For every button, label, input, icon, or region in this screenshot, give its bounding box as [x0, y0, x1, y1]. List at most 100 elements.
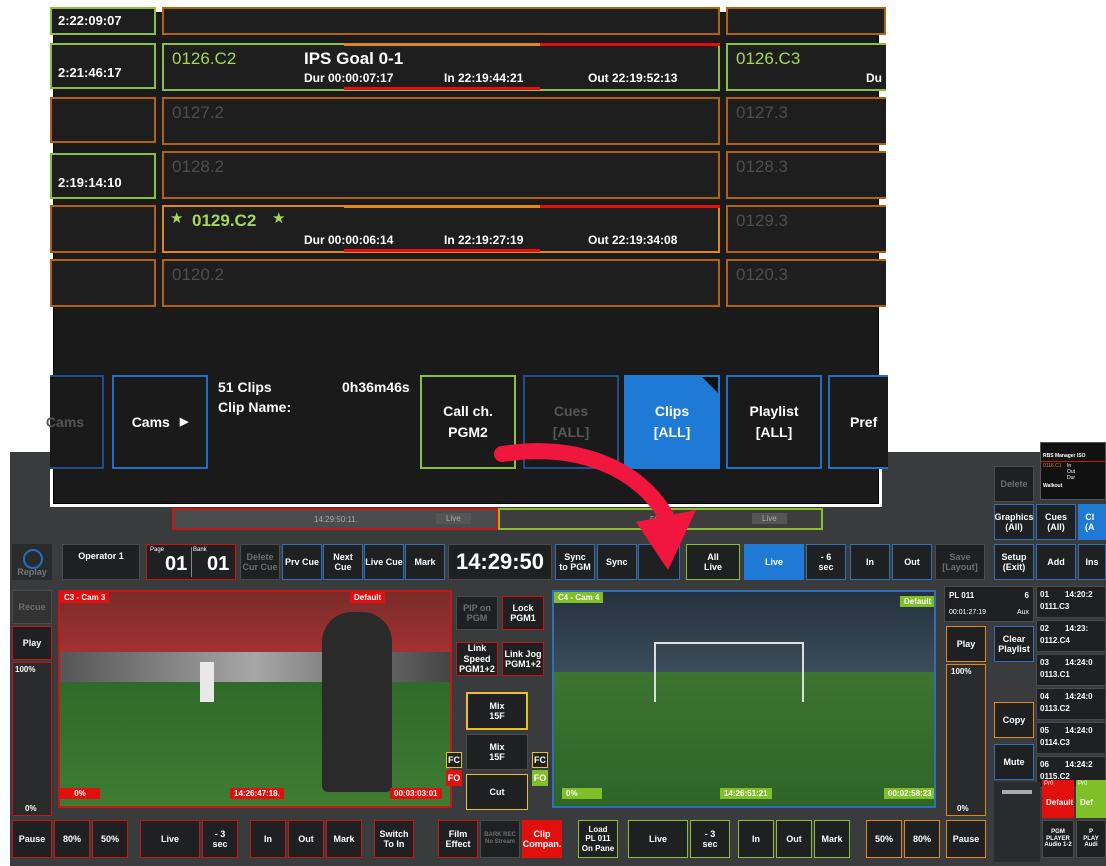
speed-80-button-right[interactable]: 80%: [904, 820, 940, 858]
cell-r4-right[interactable]: 0129.3: [726, 205, 886, 253]
page-bank-selector[interactable]: Page 01 Bank 01: [146, 544, 236, 580]
cell-r3-right[interactable]: 0128.3: [726, 151, 886, 199]
cell-r1-left[interactable]: 2:21:46:17: [50, 43, 156, 89]
bark-rec-button[interactable]: BARK REC No Stream: [480, 820, 520, 858]
cell-r2-right[interactable]: 0127.3: [726, 97, 886, 145]
delete-button-right[interactable]: Delete: [994, 466, 1034, 502]
next-cue-button[interactable]: Next Cue: [323, 544, 363, 580]
speed-50-button-right[interactable]: 50%: [866, 820, 902, 858]
insert-button-partial[interactable]: Ins: [1078, 544, 1106, 580]
clip-companion-button[interactable]: Clip Compan.: [522, 820, 562, 858]
playlist-item[interactable]: 03 14:24:0 0113.C1: [1036, 654, 1106, 686]
fo-left-button[interactable]: FO: [446, 770, 462, 786]
link-speed-button[interactable]: Link Speed PGM1+2: [456, 642, 498, 676]
playlist-item[interactable]: 05 14:24:0 0114.C3: [1036, 722, 1106, 754]
play-button-left[interactable]: Play: [12, 626, 52, 660]
mark-button-right[interactable]: Mark: [814, 820, 850, 858]
prev-cue-button[interactable]: Prv Cue: [282, 544, 322, 580]
minus-3-sec-right[interactable]: - 3 sec: [690, 820, 730, 858]
out-button-right[interactable]: Out: [776, 820, 812, 858]
clip-name-label: Clip Name:: [218, 399, 292, 415]
playlist-item[interactable]: 02 14:23: 0112.C4: [1036, 620, 1106, 652]
delete-cur-cue-button[interactable]: Delete Cur Cue: [240, 544, 280, 580]
switch-to-in-button[interactable]: Switch To In: [374, 820, 414, 858]
cell-r1-right-clip[interactable]: 0126.C3 Du: [726, 43, 886, 91]
cams-button-partial[interactable]: Cams: [46, 375, 104, 469]
playlist-item[interactable]: 04 14:24:0 0113.C2: [1036, 688, 1106, 720]
speed-80-button-left[interactable]: 80%: [54, 820, 90, 858]
preset-default-green[interactable]: Pr0 Def: [1076, 780, 1106, 818]
preset-red-default: Default: [1046, 798, 1074, 807]
pgm-player-audio-button-2[interactable]: P PLAY Audi: [1076, 820, 1106, 858]
live-button-right[interactable]: Live: [628, 820, 688, 858]
live-button-left[interactable]: Live: [140, 820, 200, 858]
cell-r2-left[interactable]: [50, 97, 156, 143]
minus-6-sec-button[interactable]: - 6 sec: [806, 544, 846, 580]
mix-15f-button-a[interactable]: Mix 15F: [466, 692, 528, 730]
preview-thumb-1[interactable]: 14:29:50:11. Live: [172, 508, 498, 530]
minus-3-sec-left[interactable]: - 3 sec: [202, 820, 238, 858]
operator-button[interactable]: Operator 1: [62, 544, 140, 580]
cut-button[interactable]: Cut: [466, 774, 528, 810]
out-button-top[interactable]: Out: [892, 544, 932, 580]
lock-pgm1-button[interactable]: Lock PGM1: [502, 596, 544, 630]
live-cue-button[interactable]: Live Cue: [364, 544, 404, 580]
load-pl011-button[interactable]: Load PL 011 On Pane: [578, 820, 618, 858]
cell-r0-mid[interactable]: [162, 7, 720, 35]
graphics-all-button[interactable]: Graphics (All): [994, 504, 1034, 540]
speed-slider-right[interactable]: 100% 0%: [946, 664, 986, 816]
cell-r5-right[interactable]: 0120.3: [726, 259, 886, 307]
playlist-all-zoom-button[interactable]: Playlist [ALL]: [726, 375, 822, 469]
mute-button[interactable]: Mute: [994, 744, 1034, 780]
replay-button[interactable]: Replay: [12, 544, 52, 580]
playlist-pl011-header[interactable]: PL 011 6 00:01:27:19 Aux: [944, 586, 1034, 622]
play-button-right[interactable]: Play: [946, 626, 986, 662]
pref-button-partial[interactable]: Pref: [828, 375, 888, 469]
preset-default-red[interactable]: Pr0 Default: [1042, 780, 1074, 818]
fc-left-button[interactable]: FC: [446, 752, 462, 768]
cell-r2-clip[interactable]: 0127.2: [162, 97, 720, 145]
mark-button-top[interactable]: Mark: [405, 544, 445, 580]
clips-all-button-partial[interactable]: Cl (A: [1078, 504, 1106, 540]
save-layout-button[interactable]: Save [Layout]: [935, 544, 985, 580]
video-monitor-cam4[interactable]: C4 - Cam 4 Default 0% 14:26:51:21 00:02:…: [552, 590, 936, 808]
mix-15f-button-b[interactable]: Mix 15F: [466, 734, 528, 770]
cell-r3-left[interactable]: 2:19:14:10: [50, 153, 156, 199]
add-button[interactable]: Add: [1036, 544, 1076, 580]
video-monitor-cam3[interactable]: C3 - Cam 3 Default 0% 14:26:47:18. 00:03…: [58, 590, 452, 808]
cues-all-button[interactable]: Cues (All): [1036, 504, 1076, 540]
copy-button[interactable]: Copy: [994, 702, 1034, 738]
film-effect-button[interactable]: Film Effect: [438, 820, 478, 858]
cell-r5-left[interactable]: [50, 259, 156, 307]
speed-slider-left[interactable]: 100% 0%: [12, 662, 52, 816]
out-button-left[interactable]: Out: [288, 820, 324, 858]
cell-r4-clip-0129-c2[interactable]: ★ 0129.C2 ★ Dur 00:00:06:14 In 22:19:27:…: [162, 205, 720, 253]
cell-r4-left[interactable]: [50, 205, 156, 253]
live-button-top[interactable]: Live: [744, 544, 804, 580]
in-button-left[interactable]: In: [250, 820, 286, 858]
pip-on-pgm-button[interactable]: PIP on PGM: [456, 596, 498, 630]
mark-button-left[interactable]: Mark: [326, 820, 362, 858]
recue-button[interactable]: Recue: [12, 590, 52, 624]
cell-r3-clip[interactable]: 0128.2: [162, 151, 720, 199]
pause-button-left[interactable]: Pause: [12, 820, 52, 858]
cell-r0-right[interactable]: [726, 7, 886, 35]
cell-r0-left[interactable]: 2:22:09:07: [50, 7, 156, 35]
speed-50-button-left[interactable]: 50%: [92, 820, 128, 858]
audio-fader[interactable]: [994, 782, 1040, 862]
pause-button-right[interactable]: Pause: [946, 820, 986, 858]
fo-right-button[interactable]: FO: [532, 770, 548, 786]
playlist-item[interactable]: 01 14:20:2 0111.C3: [1036, 586, 1106, 618]
link-jog-button[interactable]: Link Jog PGM1+2: [502, 642, 544, 676]
mini-monitor-bar: [1041, 461, 1105, 462]
pgm-player-audio-button[interactable]: PGM PLAYER Audio 1-2: [1042, 820, 1074, 858]
setup-exit-button[interactable]: Setup (Exit): [994, 544, 1034, 580]
cams-button[interactable]: Cams ▶: [112, 375, 208, 469]
fc-right-button[interactable]: FC: [532, 752, 548, 768]
fader-handle[interactable]: [1002, 790, 1032, 794]
cell-r1-clip-0126-c2[interactable]: 0126.C2 IPS Goal 0-1 Dur 00:00:07:17 In …: [162, 43, 720, 91]
clear-playlist-button[interactable]: Clear Playlist: [994, 626, 1034, 662]
in-button-right[interactable]: In: [738, 820, 774, 858]
cell-r5-clip[interactable]: 0120.2: [162, 259, 720, 307]
in-button-top[interactable]: In: [850, 544, 890, 580]
